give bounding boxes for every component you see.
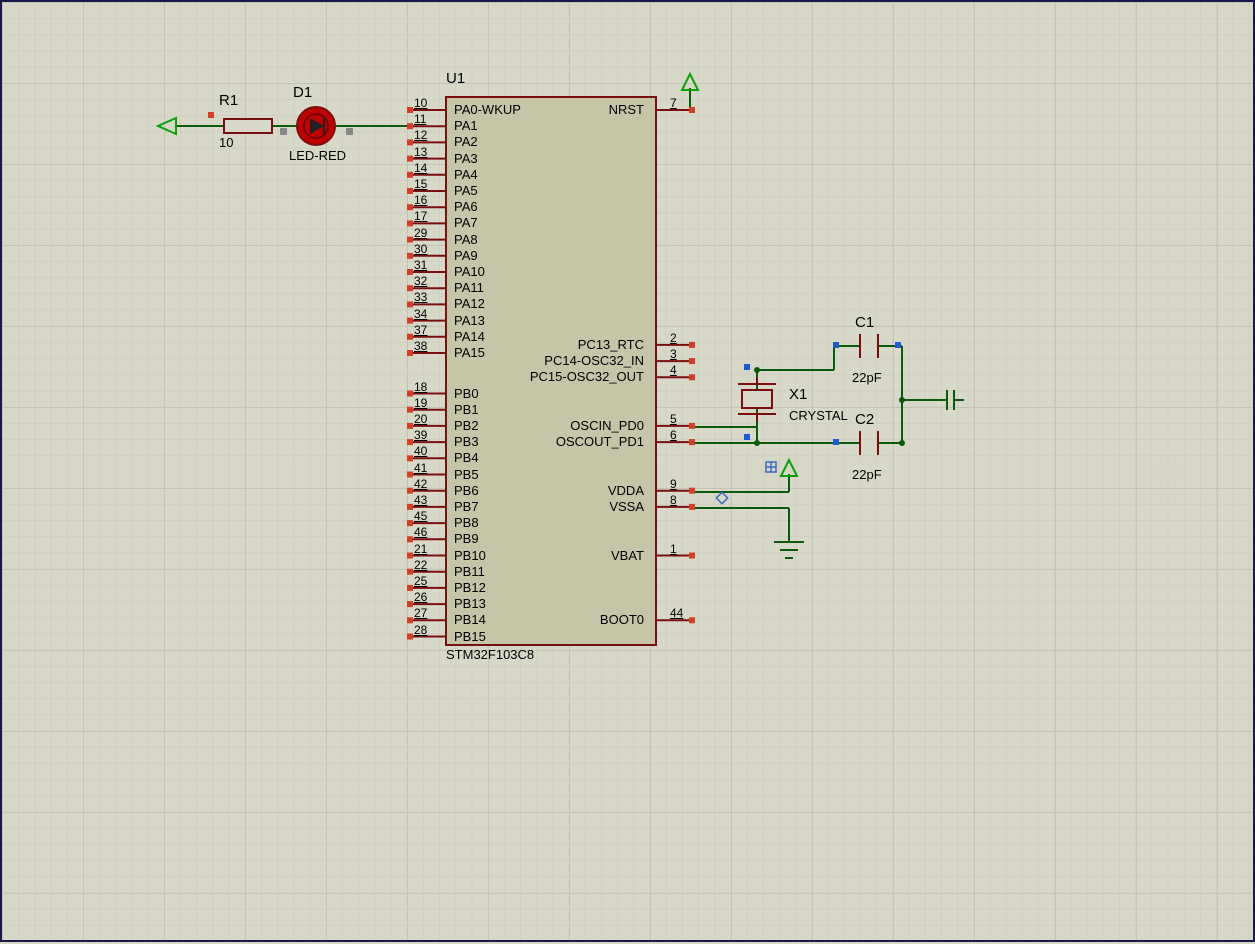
pin-name-PB4: PB4 (454, 450, 479, 465)
pin-name-PA5: PA5 (454, 183, 478, 198)
pin-name-OSCOUT_PD1: OSCOUT_PD1 (556, 434, 644, 449)
pin-num-10: 10 (414, 96, 427, 110)
pin-name-PB12: PB12 (454, 580, 486, 595)
pin-name-PB11: PB11 (454, 564, 485, 579)
r1-value: 10 (219, 135, 233, 150)
pin-name-PA0-WKUP: PA0-WKUP (454, 102, 521, 117)
pin-num-28: 28 (414, 623, 427, 637)
pin-name-PB5: PB5 (454, 467, 479, 482)
pin-name-PA4: PA4 (454, 167, 478, 182)
mcu-designator: U1 (446, 70, 465, 87)
pin-name-PB15: PB15 (454, 629, 486, 644)
pin-name-BOOT0: BOOT0 (600, 612, 644, 627)
pin-name-VDDA: VDDA (608, 483, 644, 498)
pin-num-20: 20 (414, 412, 427, 426)
r1-designator: R1 (219, 92, 238, 109)
pin-name-PA12: PA12 (454, 296, 485, 311)
pin-num-4: 4 (670, 363, 677, 377)
c1-designator: C1 (855, 314, 874, 331)
pin-num-8: 8 (670, 493, 677, 507)
pin-num-37: 37 (414, 323, 427, 337)
pin-num-11: 11 (414, 112, 426, 126)
pin-num-25: 25 (414, 574, 427, 588)
pin-name-VSSA: VSSA (609, 499, 644, 514)
pin-name-PA13: PA13 (454, 313, 485, 328)
pin-name-PB2: PB2 (454, 418, 479, 433)
pin-num-41: 41 (414, 461, 427, 475)
pin-name-PB9: PB9 (454, 531, 479, 546)
pin-name-PA14: PA14 (454, 329, 485, 344)
pin-name-PC14-OSC32_IN: PC14-OSC32_IN (544, 353, 644, 368)
pin-num-43: 43 (414, 493, 427, 507)
pin-num-26: 26 (414, 590, 427, 604)
pin-name-OSCIN_PD0: OSCIN_PD0 (570, 418, 644, 433)
pin-num-5: 5 (670, 412, 677, 426)
pin-num-15: 15 (414, 177, 427, 191)
c1-value: 22pF (852, 370, 882, 385)
schematic-canvas[interactable]: U1 STM32F103C8 R1 10 D1 LED-RED X1 CRYST… (0, 0, 1255, 942)
pin-num-2: 2 (670, 331, 677, 345)
pin-num-12: 12 (414, 128, 427, 142)
x1-value: CRYSTAL (789, 408, 848, 423)
c2-value: 22pF (852, 467, 882, 482)
pin-num-9: 9 (670, 477, 677, 491)
pin-name-PB14: PB14 (454, 612, 486, 627)
pin-num-21: 21 (414, 542, 427, 556)
pin-num-46: 46 (414, 525, 427, 539)
x1-designator: X1 (789, 386, 807, 403)
pin-name-PB6: PB6 (454, 483, 479, 498)
pin-name-PB10: PB10 (454, 548, 486, 563)
pin-num-16: 16 (414, 193, 427, 207)
pin-num-19: 19 (414, 396, 427, 410)
pin-name-PA6: PA6 (454, 199, 478, 214)
pin-num-30: 30 (414, 242, 427, 256)
pin-name-PA2: PA2 (454, 134, 478, 149)
pin-num-38: 38 (414, 339, 427, 353)
pin-num-18: 18 (414, 380, 427, 394)
pin-num-7: 7 (670, 96, 677, 110)
pin-name-PB8: PB8 (454, 515, 479, 530)
pin-num-31: 31 (414, 258, 427, 272)
pin-num-32: 32 (414, 274, 427, 288)
pin-name-PA9: PA9 (454, 248, 478, 263)
pin-name-PC15-OSC32_OUT: PC15-OSC32_OUT (530, 369, 644, 384)
pin-num-14: 14 (414, 161, 427, 175)
pin-num-3: 3 (670, 347, 677, 361)
pin-name-PA3: PA3 (454, 151, 478, 166)
pin-name-PA1: PA1 (454, 118, 478, 133)
pin-num-33: 33 (414, 290, 427, 304)
pin-name-PA8: PA8 (454, 232, 478, 247)
pin-name-PA10: PA10 (454, 264, 485, 279)
pin-name-PB13: PB13 (454, 596, 486, 611)
pin-name-PB3: PB3 (454, 434, 479, 449)
pin-num-34: 34 (414, 307, 427, 321)
d1-value: LED-RED (289, 148, 346, 163)
c2-designator: C2 (855, 411, 874, 428)
pin-num-22: 22 (414, 558, 427, 572)
pin-name-PB7: PB7 (454, 499, 479, 514)
pin-name-PA15: PA15 (454, 345, 485, 360)
pin-num-42: 42 (414, 477, 427, 491)
d1-designator: D1 (293, 84, 312, 101)
pin-num-45: 45 (414, 509, 427, 523)
pin-name-PB1: PB1 (454, 402, 479, 417)
pin-num-44: 44 (670, 606, 683, 620)
pin-name-PA7: PA7 (454, 215, 478, 230)
pin-num-40: 40 (414, 444, 427, 458)
pin-num-29: 29 (414, 226, 427, 240)
pin-num-39: 39 (414, 428, 427, 442)
pin-name-PB0: PB0 (454, 386, 479, 401)
pin-num-17: 17 (414, 209, 427, 223)
pin-name-NRST: NRST (609, 102, 644, 117)
pin-name-PC13_RTC: PC13_RTC (578, 337, 644, 352)
pin-num-27: 27 (414, 606, 427, 620)
pin-name-VBAT: VBAT (611, 548, 644, 563)
pin-num-13: 13 (414, 145, 427, 159)
pin-num-1: 1 (670, 542, 677, 556)
mcu-part: STM32F103C8 (446, 647, 534, 662)
pin-name-PA11: PA11 (454, 280, 484, 295)
pin-num-6: 6 (670, 428, 677, 442)
